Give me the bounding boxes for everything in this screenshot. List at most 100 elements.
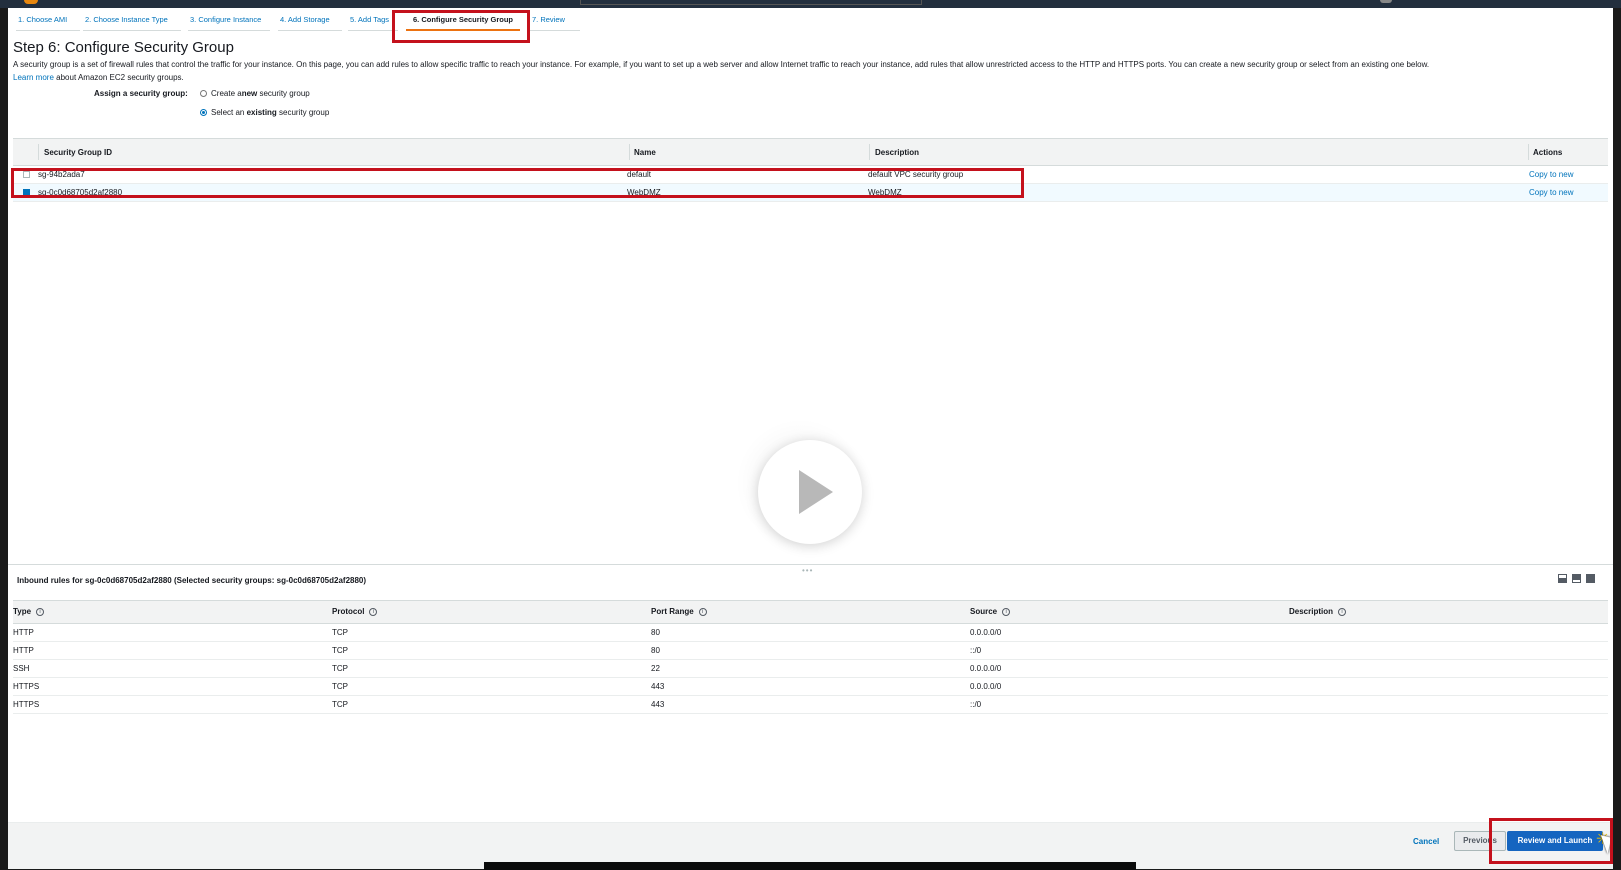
table-row: HTTP TCP 80 0.0.0.0/0 — [13, 624, 1608, 642]
security-group-table: Security Group ID Name Description Actio… — [13, 138, 1608, 202]
active-step-indicator — [406, 29, 520, 31]
table-row: SSH TCP 22 0.0.0.0/0 — [13, 660, 1608, 678]
protocol-cell: TCP — [332, 628, 348, 637]
inbound-rules-header: Type i Protocol i Port Range i Source i Desc… — [13, 600, 1608, 624]
source-cell: 0.0.0.0/0 — [970, 628, 1002, 637]
source-cell: ::/0 — [970, 646, 982, 655]
cancel-button[interactable]: Cancel — [1413, 837, 1439, 846]
type-cell: HTTPS — [13, 700, 40, 709]
column-security-group-id[interactable]: Security Group ID — [44, 148, 112, 157]
table-row[interactable]: sg-94b2ada7 default default VPC security… — [13, 166, 1608, 184]
aws-logo-icon[interactable] — [24, 0, 38, 4]
learn-more-suffix: about Amazon EC2 security groups. — [56, 73, 184, 82]
type-cell: HTTP — [13, 646, 34, 655]
splitter-handle-icon[interactable]: ••• — [802, 566, 813, 575]
port-cell: 443 — [651, 700, 665, 709]
assign-security-group-label: Assign a security group: — [94, 89, 188, 98]
radio-new-bold: new — [241, 89, 258, 98]
wizard-step-review[interactable]: 7. Review — [532, 15, 565, 24]
play-icon[interactable] — [758, 440, 862, 544]
column-source: Source i — [970, 607, 1011, 616]
column-port-range: Port Range i — [651, 607, 707, 616]
table-row: HTTPS TCP 443 0.0.0.0/0 — [13, 678, 1608, 696]
wizard-step-add-tags[interactable]: 5. Add Tags — [350, 15, 389, 24]
inbound-rules-title: Inbound rules for sg-0c0d68705d2af2880 (… — [17, 576, 367, 585]
tab-divider — [530, 30, 580, 31]
layout-bottom-icon[interactable] — [1558, 574, 1567, 583]
column-port-range-label: Port Range — [651, 607, 694, 616]
wizard-step-configure-security-group[interactable]: 6. Configure Security Group — [413, 15, 513, 24]
port-cell: 80 — [651, 646, 660, 655]
column-protocol: Protocol i — [332, 607, 378, 616]
port-cell: 443 — [651, 682, 665, 691]
tab-divider — [348, 30, 398, 31]
port-cell: 22 — [651, 664, 660, 673]
radio-existing-prefix: Select an — [211, 108, 247, 117]
type-cell: HTTPS — [13, 682, 40, 691]
name-cell: WebDMZ — [627, 188, 661, 197]
tab-divider — [16, 30, 80, 31]
column-description: Description i — [1289, 607, 1347, 616]
radio-existing-bold: existing — [246, 108, 277, 117]
table-row: HTTPS TCP 443 ::/0 — [13, 696, 1608, 714]
page-title: Step 6: Configure Security Group — [13, 39, 234, 56]
column-divider — [629, 144, 630, 160]
pane-layout-controls — [1558, 574, 1595, 583]
description-cell: WebDMZ — [868, 188, 902, 197]
video-progress-bar[interactable] — [484, 862, 1136, 870]
row-select-checkbox[interactable] — [23, 171, 30, 178]
info-icon[interactable]: i — [36, 607, 45, 616]
row-select-checkbox[interactable] — [23, 189, 30, 196]
info-icon[interactable]: i — [1338, 607, 1347, 616]
wizard-step-instance-type[interactable]: 2. Choose Instance Type — [85, 15, 168, 24]
review-and-launch-button[interactable]: Review and Launch — [1507, 831, 1603, 851]
wizard-steps: 1. Choose AMI 2. Choose Instance Type 3.… — [8, 8, 708, 34]
source-cell: 0.0.0.0/0 — [970, 682, 1002, 691]
column-name[interactable]: Name — [634, 148, 656, 157]
radio-select-existing[interactable]: Select an existing security group — [200, 108, 329, 117]
name-cell: default — [627, 170, 652, 179]
pane-splitter[interactable] — [8, 564, 1613, 565]
protocol-cell: TCP — [332, 682, 348, 691]
radio-button-new[interactable] — [200, 90, 207, 97]
info-icon[interactable]: i — [1002, 607, 1011, 616]
layout-full-icon[interactable] — [1586, 574, 1595, 583]
previous-button[interactable]: Previous — [1454, 831, 1506, 851]
port-cell: 80 — [651, 628, 660, 637]
copy-to-new-link[interactable]: Copy to new — [1529, 188, 1573, 197]
column-type: Type i — [13, 607, 45, 616]
aws-top-navigation — [0, 0, 1621, 8]
type-cell: HTTP — [13, 628, 34, 637]
radio-new-prefix: Create a — [211, 89, 242, 98]
column-protocol-label: Protocol — [332, 607, 365, 616]
tab-divider — [278, 30, 342, 31]
column-description[interactable]: Description — [875, 148, 919, 157]
column-divider — [38, 144, 39, 160]
protocol-cell: TCP — [332, 700, 348, 709]
tab-divider — [83, 30, 181, 31]
radio-create-new[interactable]: Create a new security group — [200, 89, 310, 98]
info-icon[interactable]: i — [698, 607, 707, 616]
account-menu-icon[interactable] — [1380, 0, 1392, 3]
table-row-selected[interactable]: sg-0c0d68705d2af2880 WebDMZ WebDMZ Copy … — [13, 184, 1608, 202]
column-source-label: Source — [970, 607, 998, 616]
layout-split-icon[interactable] — [1572, 574, 1581, 583]
source-cell: 0.0.0.0/0 — [970, 664, 1002, 673]
column-actions: Actions — [1533, 148, 1563, 157]
radio-button-existing[interactable] — [200, 109, 207, 116]
info-icon[interactable]: i — [369, 607, 378, 616]
security-group-id-cell: sg-0c0d68705d2af2880 — [38, 188, 123, 197]
cursor-icon — [1600, 832, 1617, 854]
radio-existing-suffix: security group — [276, 108, 330, 117]
learn-more-link[interactable]: Learn more — [13, 73, 54, 82]
radio-new-suffix: security group — [257, 89, 310, 98]
search-bar[interactable] — [580, 0, 922, 5]
copy-to-new-link[interactable]: Copy to new — [1529, 170, 1573, 179]
wizard-step-add-storage[interactable]: 4. Add Storage — [280, 15, 330, 24]
wizard-step-choose-ami[interactable]: 1. Choose AMI — [18, 15, 67, 24]
column-divider — [1528, 144, 1529, 160]
wizard-step-configure-instance[interactable]: 3. Configure Instance — [190, 15, 261, 24]
intro-text: A security group is a set of firewall ru… — [13, 58, 1603, 84]
security-group-table-header: Security Group ID Name Description Actio… — [13, 138, 1608, 166]
protocol-cell: TCP — [332, 646, 348, 655]
